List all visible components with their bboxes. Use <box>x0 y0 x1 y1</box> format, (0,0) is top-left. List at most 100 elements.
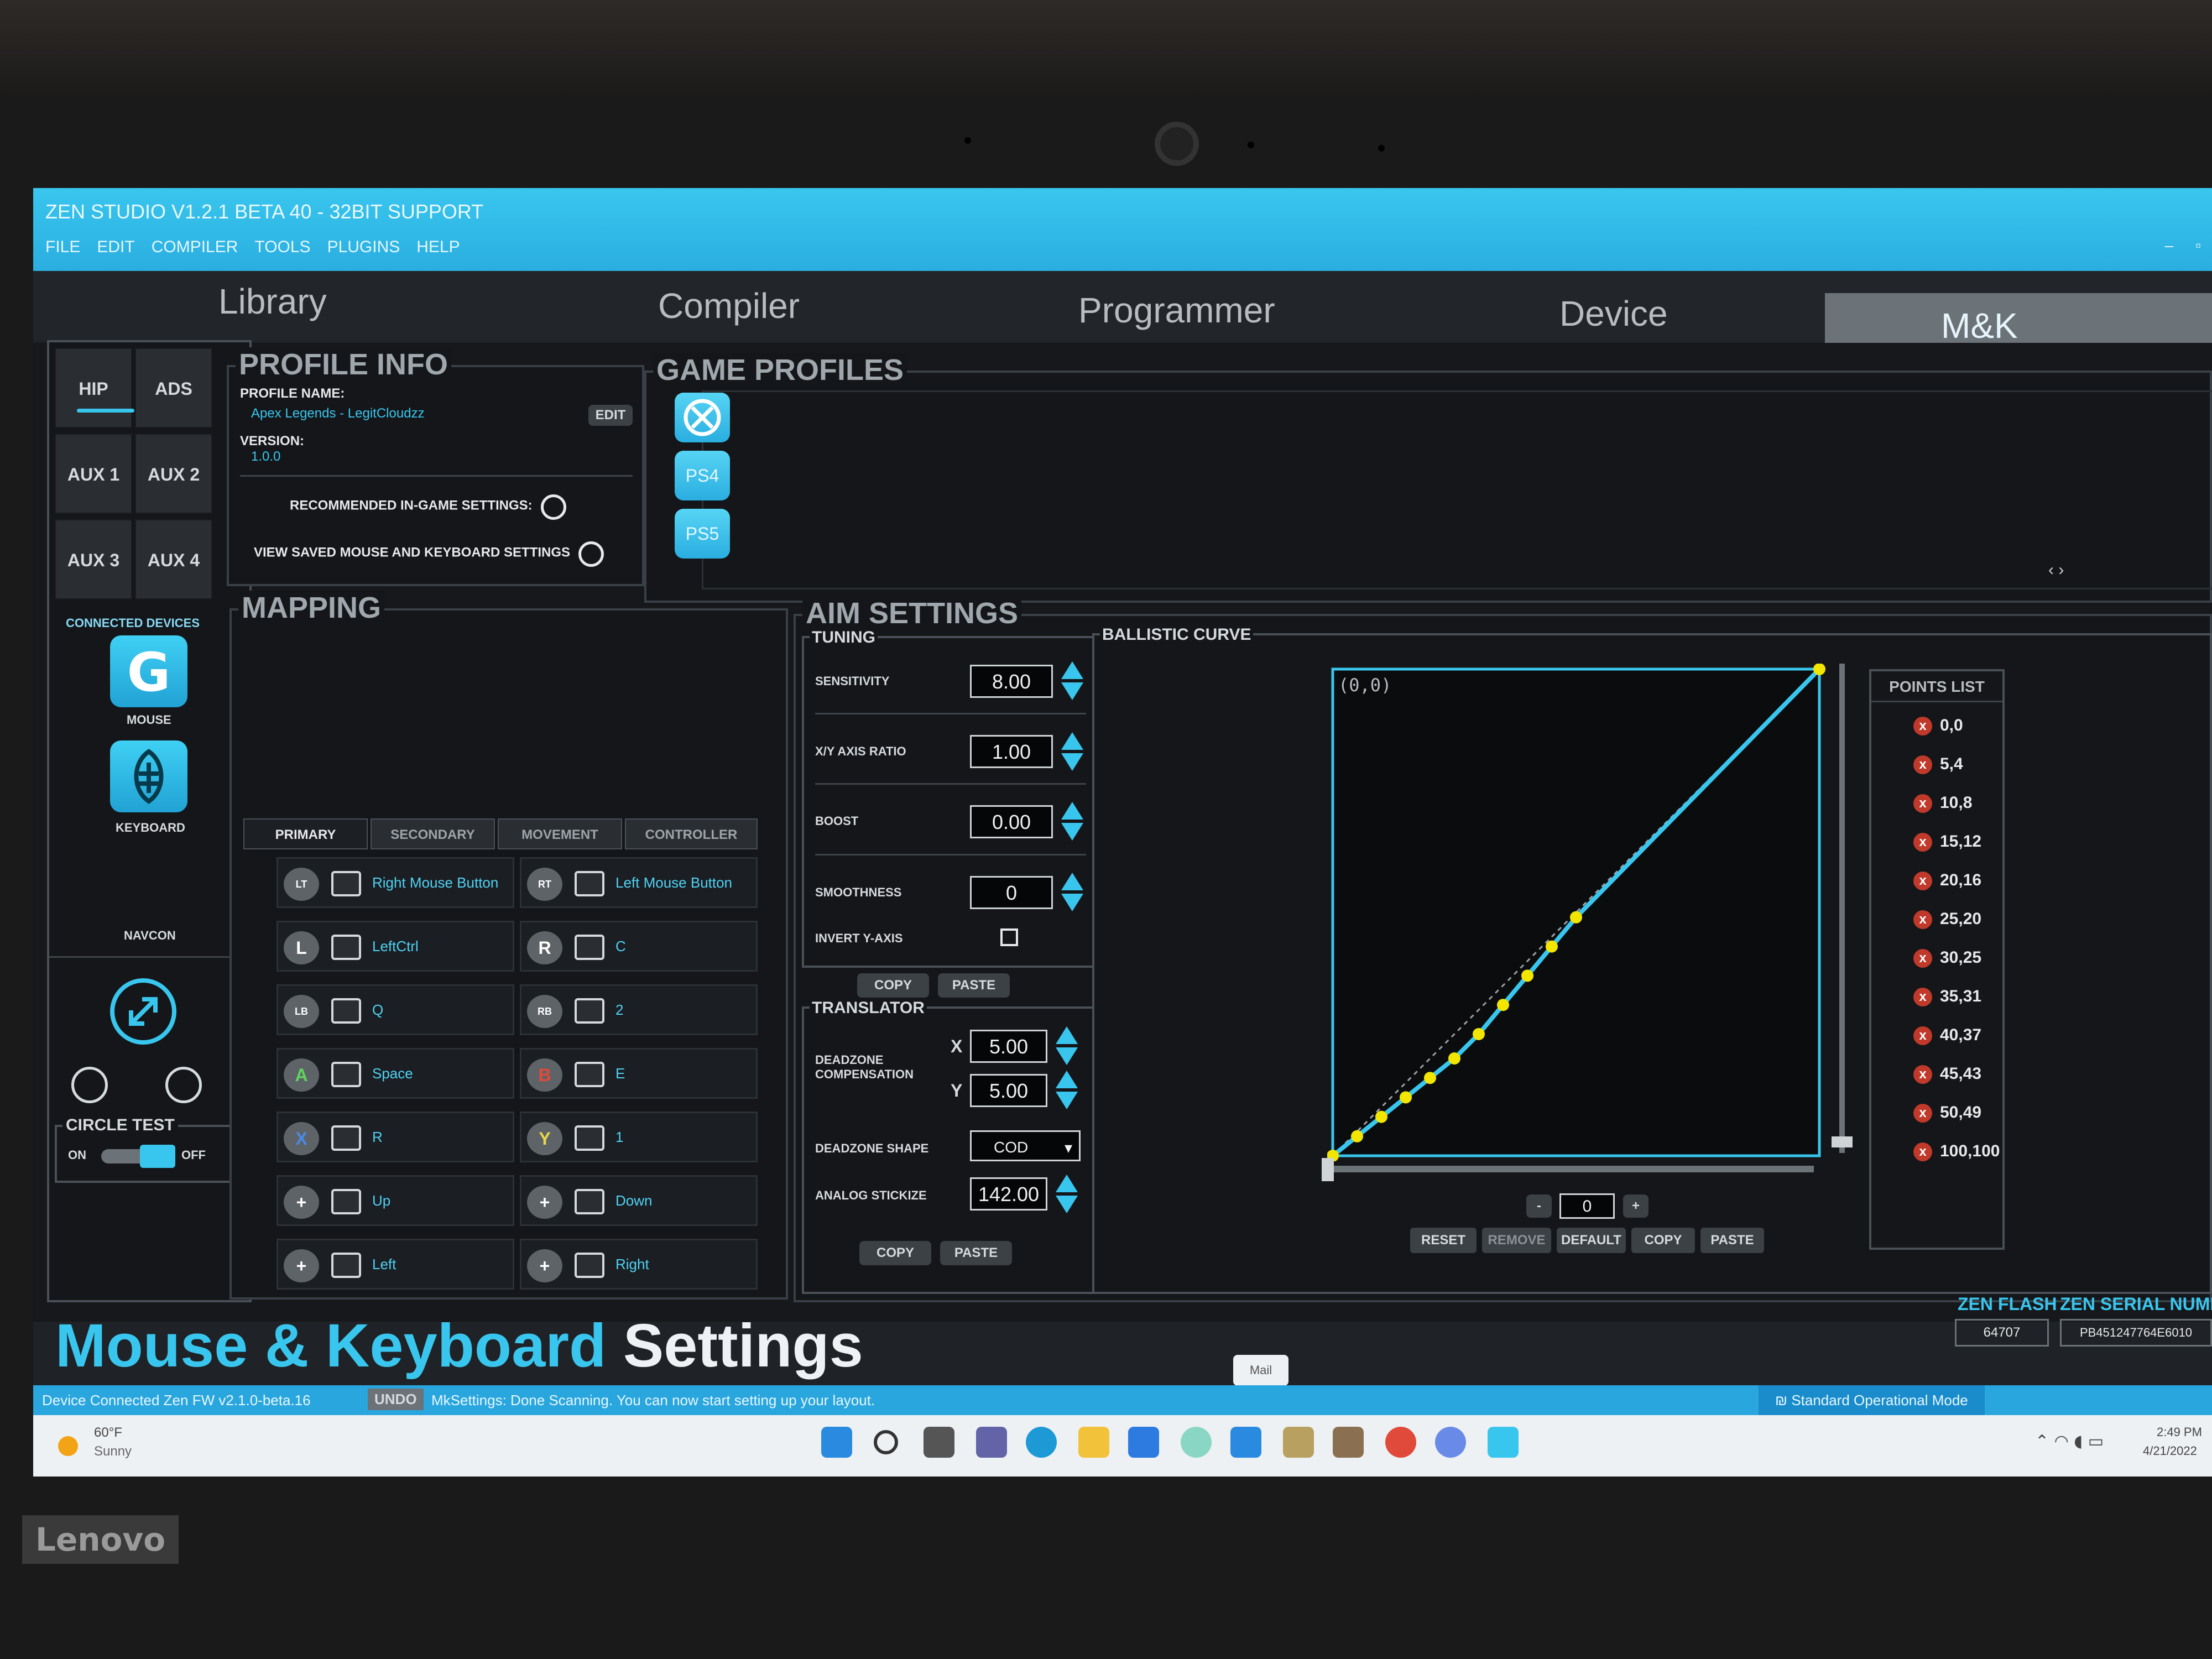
curve-point-input[interactable]: 0 <box>1559 1193 1615 1219</box>
tab-programmer[interactable]: Programmer <box>1078 290 1275 331</box>
curve-point[interactable] <box>1473 1028 1485 1040</box>
tab-compiler[interactable]: Compiler <box>658 285 800 326</box>
sensitivity-input[interactable]: 8.00 <box>970 665 1053 698</box>
hide-icon[interactable] <box>165 1067 202 1103</box>
menu-tools[interactable]: TOOLS <box>254 238 310 257</box>
point-item[interactable]: x 35,31 <box>1913 987 1981 1007</box>
mail-icon[interactable] <box>1230 1427 1261 1458</box>
point-item[interactable]: x 15,12 <box>1913 832 1981 852</box>
view-saved-info-icon[interactable] <box>578 541 604 567</box>
curve-plus-button[interactable]: + <box>1623 1194 1648 1218</box>
deadzone-y-input[interactable]: 5.00 <box>970 1074 1047 1107</box>
mapping-cell-r[interactable]: RC <box>520 921 758 972</box>
expand-icon[interactable] <box>110 978 176 1045</box>
store-icon[interactable] <box>1128 1427 1159 1458</box>
search-icon[interactable] <box>874 1430 898 1454</box>
curve-point[interactable] <box>1521 969 1533 982</box>
invert-y-checkbox[interactable] <box>1000 928 1018 946</box>
mapping-tab-controller[interactable]: CONTROLLER <box>625 818 758 849</box>
curve-point[interactable] <box>1424 1072 1436 1084</box>
smoothness-input[interactable]: 0 <box>970 876 1053 909</box>
menu-plugins[interactable]: PLUGINS <box>327 238 400 257</box>
windows-start-icon[interactable] <box>821 1427 852 1458</box>
mode-hip[interactable]: HIP <box>55 348 132 428</box>
teams-icon[interactable] <box>976 1427 1007 1458</box>
translator-paste-button[interactable]: PASTE <box>940 1241 1012 1265</box>
mapping-cell-y[interactable]: Y1 <box>520 1112 758 1162</box>
remove-point-icon[interactable]: x <box>1913 794 1932 813</box>
circle-test-toggle[interactable] <box>101 1145 175 1168</box>
menu-edit[interactable]: EDIT <box>97 238 134 257</box>
ps5-profile-button[interactable]: PS5 <box>675 509 730 559</box>
mode-aux2[interactable]: AUX 2 <box>135 434 212 514</box>
menu-help[interactable]: HELP <box>416 238 460 257</box>
restore-icon[interactable]: ▫ <box>2195 237 2201 254</box>
mapping-cell-rt[interactable]: RT Left Mouse Button <box>520 857 758 908</box>
curve-point[interactable] <box>1497 999 1509 1011</box>
curve-point[interactable] <box>1400 1091 1412 1104</box>
boost-spinner[interactable] <box>1061 802 1083 842</box>
point-item[interactable]: x 0,0 <box>1913 716 1963 736</box>
keyboard-device-button[interactable] <box>110 740 187 812</box>
mapping-cell-l[interactable]: L LeftCtrl <box>276 921 514 972</box>
point-item[interactable]: x 50,49 <box>1913 1103 1981 1123</box>
point-item[interactable]: x 45,43 <box>1913 1065 1981 1084</box>
xbox-profile-button[interactable] <box>675 393 730 442</box>
mapping-cell-dpad-down[interactable]: + Down <box>520 1175 758 1226</box>
mapping-tab-secondary[interactable]: SECONDARY <box>371 818 495 849</box>
curve-point[interactable] <box>1448 1052 1460 1065</box>
curve-remove-button[interactable]: REMOVE <box>1482 1228 1551 1253</box>
remove-point-icon[interactable]: x <box>1913 988 1932 1007</box>
remove-point-icon[interactable]: x <box>1913 833 1932 852</box>
remove-point-icon[interactable]: x <box>1913 1026 1932 1046</box>
tuning-paste-button[interactable]: PASTE <box>938 973 1010 998</box>
analog-stickize-input[interactable]: 142.00 <box>970 1177 1047 1211</box>
mapping-cell-lt[interactable]: LT Right Mouse Button <box>276 857 514 908</box>
mapping-cell-b[interactable]: BE <box>520 1048 758 1099</box>
system-tray-icons[interactable]: ⌃ ◠ ◖ ▭ <box>2035 1432 2104 1451</box>
mode-aux3[interactable]: AUX 3 <box>55 519 132 599</box>
curve-reset-button[interactable]: RESET <box>1410 1228 1477 1253</box>
point-item[interactable]: x 100,100 <box>1913 1142 2000 1162</box>
mode-aux4[interactable]: AUX 4 <box>135 519 212 599</box>
deadzone-x-input[interactable]: 5.00 <box>970 1030 1047 1063</box>
xy-ratio-input[interactable]: 1.00 <box>970 735 1053 768</box>
mode-ads[interactable]: ADS <box>135 348 212 428</box>
vertical-slider[interactable] <box>1832 664 1853 1153</box>
tuning-copy-button[interactable]: COPY <box>857 973 929 998</box>
remove-point-icon[interactable]: x <box>1913 1065 1932 1084</box>
task-view-icon[interactable] <box>924 1427 954 1458</box>
curve-paste-button[interactable]: PASTE <box>1700 1228 1764 1253</box>
mode-aux1[interactable]: AUX 1 <box>55 434 132 514</box>
tab-device[interactable]: Device <box>1559 293 1668 334</box>
app-n-icon[interactable] <box>1181 1427 1212 1458</box>
boost-input[interactable]: 0.00 <box>970 805 1053 838</box>
curve-minus-button[interactable]: - <box>1526 1194 1552 1218</box>
recommended-info-icon[interactable] <box>540 494 566 520</box>
ps4-profile-button[interactable]: PS4 <box>675 451 730 500</box>
app-tool-icon[interactable] <box>1333 1427 1364 1458</box>
tab-mk-settings[interactable]: M&K Settings <box>1825 293 2212 387</box>
mapping-cell-dpad-up[interactable]: + Up <box>276 1175 514 1226</box>
mapping-tab-primary[interactable]: PRIMARY <box>243 818 368 849</box>
undo-button[interactable]: UNDO <box>368 1389 424 1410</box>
deadzone-x-spinner[interactable] <box>1056 1026 1078 1066</box>
remove-point-icon[interactable]: x <box>1913 872 1932 891</box>
point-item[interactable]: x 40,37 <box>1913 1026 1981 1046</box>
remove-point-icon[interactable]: x <box>1913 1104 1932 1123</box>
messenger-icon[interactable] <box>1435 1427 1466 1458</box>
mapping-cell-rb[interactable]: RB 2 <box>520 984 758 1035</box>
sync-icon[interactable] <box>71 1067 108 1103</box>
translator-copy-button[interactable]: COPY <box>859 1241 931 1265</box>
point-item[interactable]: x 10,8 <box>1913 794 1972 813</box>
minimize-icon[interactable]: – <box>2164 237 2173 254</box>
point-item[interactable]: x 20,16 <box>1913 871 1981 891</box>
curve-point[interactable] <box>1546 940 1558 953</box>
curve-point[interactable] <box>1813 664 1825 675</box>
mapping-cell-dpad-left[interactable]: + Left <box>276 1239 514 1290</box>
scroll-arrows[interactable]: ‹ › <box>2048 561 2064 580</box>
curve-point[interactable] <box>1570 911 1582 924</box>
chrome-icon[interactable] <box>1385 1427 1416 1458</box>
mapping-cell-a[interactable]: A Space <box>276 1048 514 1099</box>
remove-point-icon[interactable]: x <box>1913 1142 1932 1162</box>
